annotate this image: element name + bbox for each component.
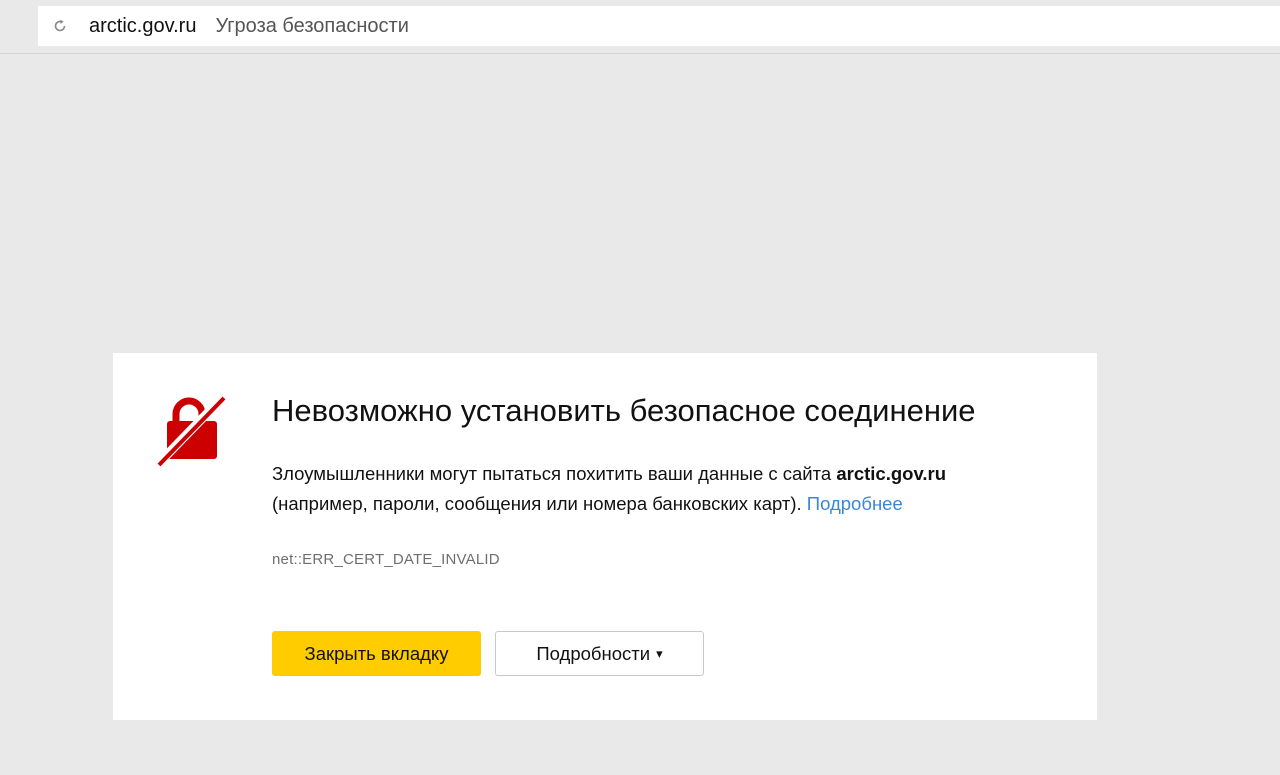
browser-toolbar: arctic.gov.ru Угроза безопасности <box>0 0 1280 54</box>
error-description: Злоумышленники могут пытаться похитить в… <box>272 459 1062 519</box>
security-status-label[interactable]: Угроза безопасности <box>215 15 408 38</box>
reload-icon[interactable] <box>48 14 72 38</box>
desc-site-name: arctic.gov.ru <box>836 463 947 484</box>
error-code: net::ERR_CERT_DATE_INVALID <box>272 551 500 568</box>
error-card: Невозможно установить безопасное соедине… <box>113 353 1097 720</box>
close-tab-button[interactable]: Закрыть вкладку <box>272 631 481 676</box>
more-info-link[interactable]: Подробнее <box>807 493 903 514</box>
caret-down-icon: ▾ <box>656 645 663 661</box>
desc-text-2: (например, пароли, сообщения или номера … <box>272 493 807 514</box>
desc-text-1: Злоумышленники могут пытаться похитить в… <box>272 463 837 484</box>
error-title: Невозможно установить безопасное соедине… <box>272 393 976 428</box>
address-bar[interactable]: arctic.gov.ru Угроза безопасности <box>38 6 1280 46</box>
error-content: Невозможно установить безопасное соедине… <box>272 391 1062 568</box>
action-buttons: Закрыть вкладку Подробности ▾ <box>272 631 704 676</box>
details-button-label: Подробности <box>536 642 651 664</box>
details-button[interactable]: Подробности ▾ <box>495 631 704 676</box>
broken-lock-icon <box>155 393 229 467</box>
address-domain[interactable]: arctic.gov.ru <box>89 15 196 38</box>
